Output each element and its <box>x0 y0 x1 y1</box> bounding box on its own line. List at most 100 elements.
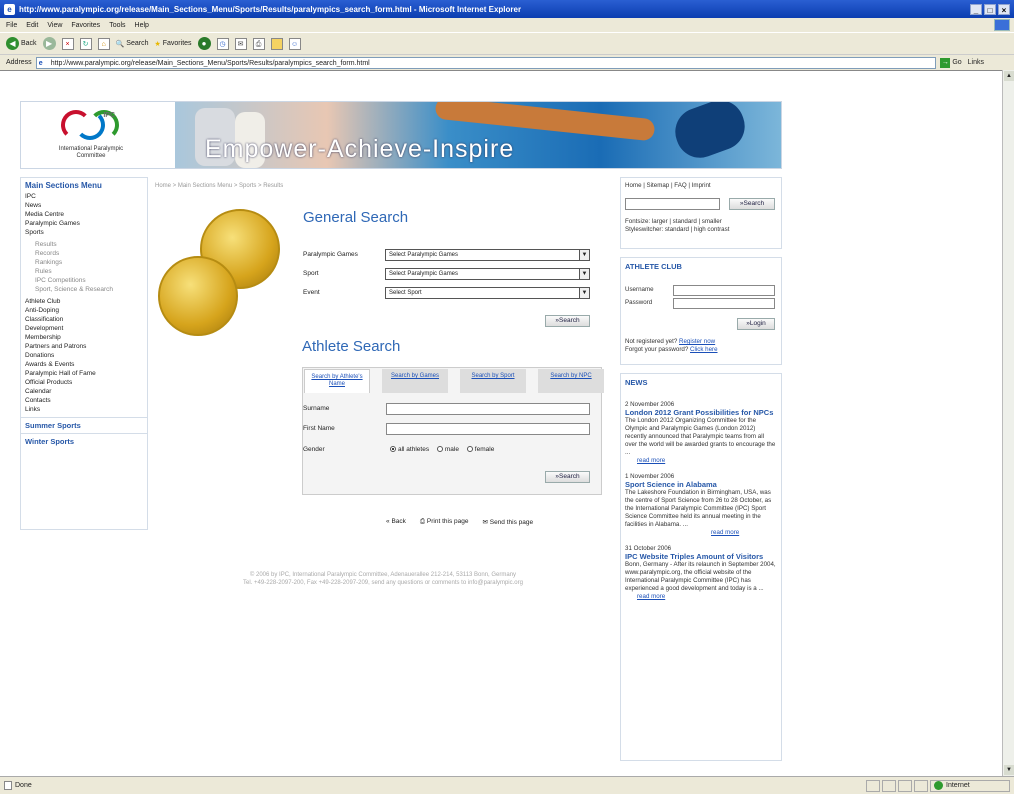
news-headline[interactable]: IPC Website Triples Amount of Visitors <box>621 553 781 561</box>
minimize-button[interactable]: _ <box>970 3 982 15</box>
print-icon[interactable]: ⎙ <box>252 37 265 50</box>
site-search-input[interactable] <box>625 198 720 210</box>
refresh-icon[interactable]: ↻ <box>79 37 92 50</box>
forward-button[interactable]: ▶ <box>42 37 56 50</box>
messenger-icon[interactable]: ☺ <box>288 37 301 50</box>
tab-npc[interactable]: Search by NPC <box>538 369 604 393</box>
style-switch[interactable]: Styleswitcher: standard | high contrast <box>621 226 733 234</box>
forgot-link[interactable]: Click here <box>690 346 718 353</box>
username-input[interactable] <box>673 285 775 296</box>
mail-icon[interactable]: ✉ <box>234 37 247 50</box>
read-more-link[interactable]: read more <box>637 457 665 464</box>
utility-box: Home | Sitemap | FAQ | Imprint »Search F… <box>620 177 782 249</box>
nav-item-anti-doping[interactable]: Anti-Doping <box>21 306 147 315</box>
favorites-button[interactable]: ★ Favorites <box>154 40 191 48</box>
nav-item-classification[interactable]: Classification <box>21 315 147 324</box>
radio-male[interactable] <box>436 446 443 453</box>
nav-item-athlete-club[interactable]: Athlete Club <box>21 297 147 306</box>
nav-item-news[interactable]: News <box>21 201 147 210</box>
games-select[interactable]: Select Paralympic Games ▼ <box>385 249 590 261</box>
fontsize-switch[interactable]: Fontsize: larger | standard | smaller <box>621 218 726 226</box>
tab-sport[interactable]: Search by Sport <box>460 369 526 393</box>
scroll-up-icon[interactable]: ▲ <box>1004 71 1014 81</box>
register-line: Not registered yet? Register now <box>621 338 719 346</box>
read-more-link[interactable]: read more <box>711 529 739 536</box>
nav-item-media-centre[interactable]: Media Centre <box>21 210 147 219</box>
news-headline[interactable]: London 2012 Grant Possibilities for NPCs <box>621 409 781 417</box>
menu-tools[interactable]: Tools <box>109 22 125 29</box>
back-button[interactable]: ◀ Back <box>6 37 37 50</box>
password-input[interactable] <box>673 298 775 309</box>
envelope-icon: ✉ <box>482 519 488 526</box>
nav-item-links[interactable]: Links <box>21 405 147 414</box>
address-input[interactable]: http://www.paralympic.org/release/Main_S… <box>35 56 937 69</box>
surname-input[interactable] <box>386 403 590 415</box>
send-link[interactable]: ✉ Send this page <box>482 518 533 526</box>
nav-item-contacts[interactable]: Contacts <box>21 396 147 405</box>
ipc-logo[interactable]: IPC International Paralympic Committee <box>27 106 155 166</box>
ipc-wordmark: IPC <box>103 112 115 119</box>
stop-icon[interactable]: × <box>61 37 74 50</box>
nav-item-official-products[interactable]: Official Products <box>21 378 147 387</box>
nav-item-calendar[interactable]: Calendar <box>21 387 147 396</box>
login-button[interactable]: »Login <box>737 318 775 330</box>
utility-links[interactable]: Home | Sitemap | FAQ | Imprint <box>621 178 781 190</box>
nav-item-paralympic-games[interactable]: Paralympic Games <box>21 219 147 228</box>
nav-winter-sports[interactable]: Winter Sports <box>21 433 147 449</box>
nav-subitem-rules[interactable]: Rules <box>21 267 147 276</box>
nav-item-ipc[interactable]: IPC <box>21 192 147 201</box>
folder-icon[interactable] <box>270 37 283 50</box>
chevron-down-icon: ▼ <box>579 288 589 298</box>
history-icon[interactable]: ◷ <box>216 37 229 50</box>
print-link[interactable]: ⎙ Print this page <box>420 518 469 526</box>
news-text: The London 2012 Organizing Committee for… <box>625 417 776 456</box>
links-button[interactable]: Links <box>968 59 984 66</box>
nav-item-membership[interactable]: Membership <box>21 333 147 342</box>
media-icon[interactable]: ● <box>197 37 211 50</box>
nav-subitem-rankings[interactable]: Rankings <box>21 258 147 267</box>
menu-edit[interactable]: Edit <box>26 22 38 29</box>
nav-item-hall-of-fame[interactable]: Paralympic Hall of Fame <box>21 369 147 378</box>
nav-item-development[interactable]: Development <box>21 324 147 333</box>
news-text: The Lakeshore Foundation in Birmingham, … <box>625 489 772 528</box>
home-icon[interactable]: ⌂ <box>97 37 110 50</box>
event-select[interactable]: Select Sport ▼ <box>385 287 590 299</box>
first-name-input[interactable] <box>386 423 590 435</box>
vertical-scrollbar[interactable]: ▲ ▼ <box>1002 70 1014 776</box>
nav-subitem-results[interactable]: Results <box>21 240 147 249</box>
maximize-button[interactable]: □ <box>984 3 996 15</box>
menu-help[interactable]: Help <box>135 22 149 29</box>
close-button[interactable]: × <box>998 3 1010 15</box>
tab-games[interactable]: Search by Games <box>382 369 448 393</box>
menu-view[interactable]: View <box>47 22 62 29</box>
menu-heading: Main Sections Menu <box>25 181 102 190</box>
nav-subitem-records[interactable]: Records <box>21 249 147 258</box>
scroll-down-icon[interactable]: ▼ <box>1004 765 1014 775</box>
nav-summer-sports[interactable]: Summer Sports <box>21 417 147 433</box>
register-link[interactable]: Register now <box>679 338 715 345</box>
tab-athletes-name[interactable]: Search by Athlete's Name <box>304 369 370 393</box>
send-link-label: Send this page <box>489 519 534 526</box>
athlete-search-button[interactable]: »Search <box>545 471 590 483</box>
read-more-link[interactable]: read more <box>637 593 665 600</box>
nav-subitem-ipc-competitions[interactable]: IPC Competitions <box>21 276 147 285</box>
star-icon: ★ <box>154 40 161 48</box>
menu-file[interactable]: File <box>6 22 17 29</box>
nav-item-sports[interactable]: Sports <box>21 228 147 237</box>
search-button[interactable]: 🔍 Search <box>116 40 149 48</box>
back-link[interactable]: « Back <box>386 518 406 526</box>
nav-item-partners[interactable]: Partners and Patrons <box>21 342 147 351</box>
sport-select[interactable]: Select Paralympic Games ▼ <box>385 268 590 280</box>
menu-favorites[interactable]: Favorites <box>71 22 100 29</box>
site-search-button[interactable]: »Search <box>729 198 775 210</box>
nav-item-awards[interactable]: Awards & Events <box>21 360 147 369</box>
footer-contact[interactable]: Tel. +49-228-2097-200, Fax +49-228-2097-… <box>158 579 608 587</box>
radio-female[interactable] <box>466 446 473 453</box>
breadcrumb[interactable]: Home > Main Sections Menu > Sports > Res… <box>155 183 283 189</box>
nav-subitem-sport-science[interactable]: Sport, Science & Research <box>21 285 147 294</box>
news-headline[interactable]: Sport Science in Alabama <box>621 481 781 489</box>
general-search-button[interactable]: »Search <box>545 315 590 327</box>
radio-all-athletes[interactable] <box>390 446 396 453</box>
go-button[interactable]: → Go <box>940 57 962 68</box>
nav-item-donations[interactable]: Donations <box>21 351 147 360</box>
